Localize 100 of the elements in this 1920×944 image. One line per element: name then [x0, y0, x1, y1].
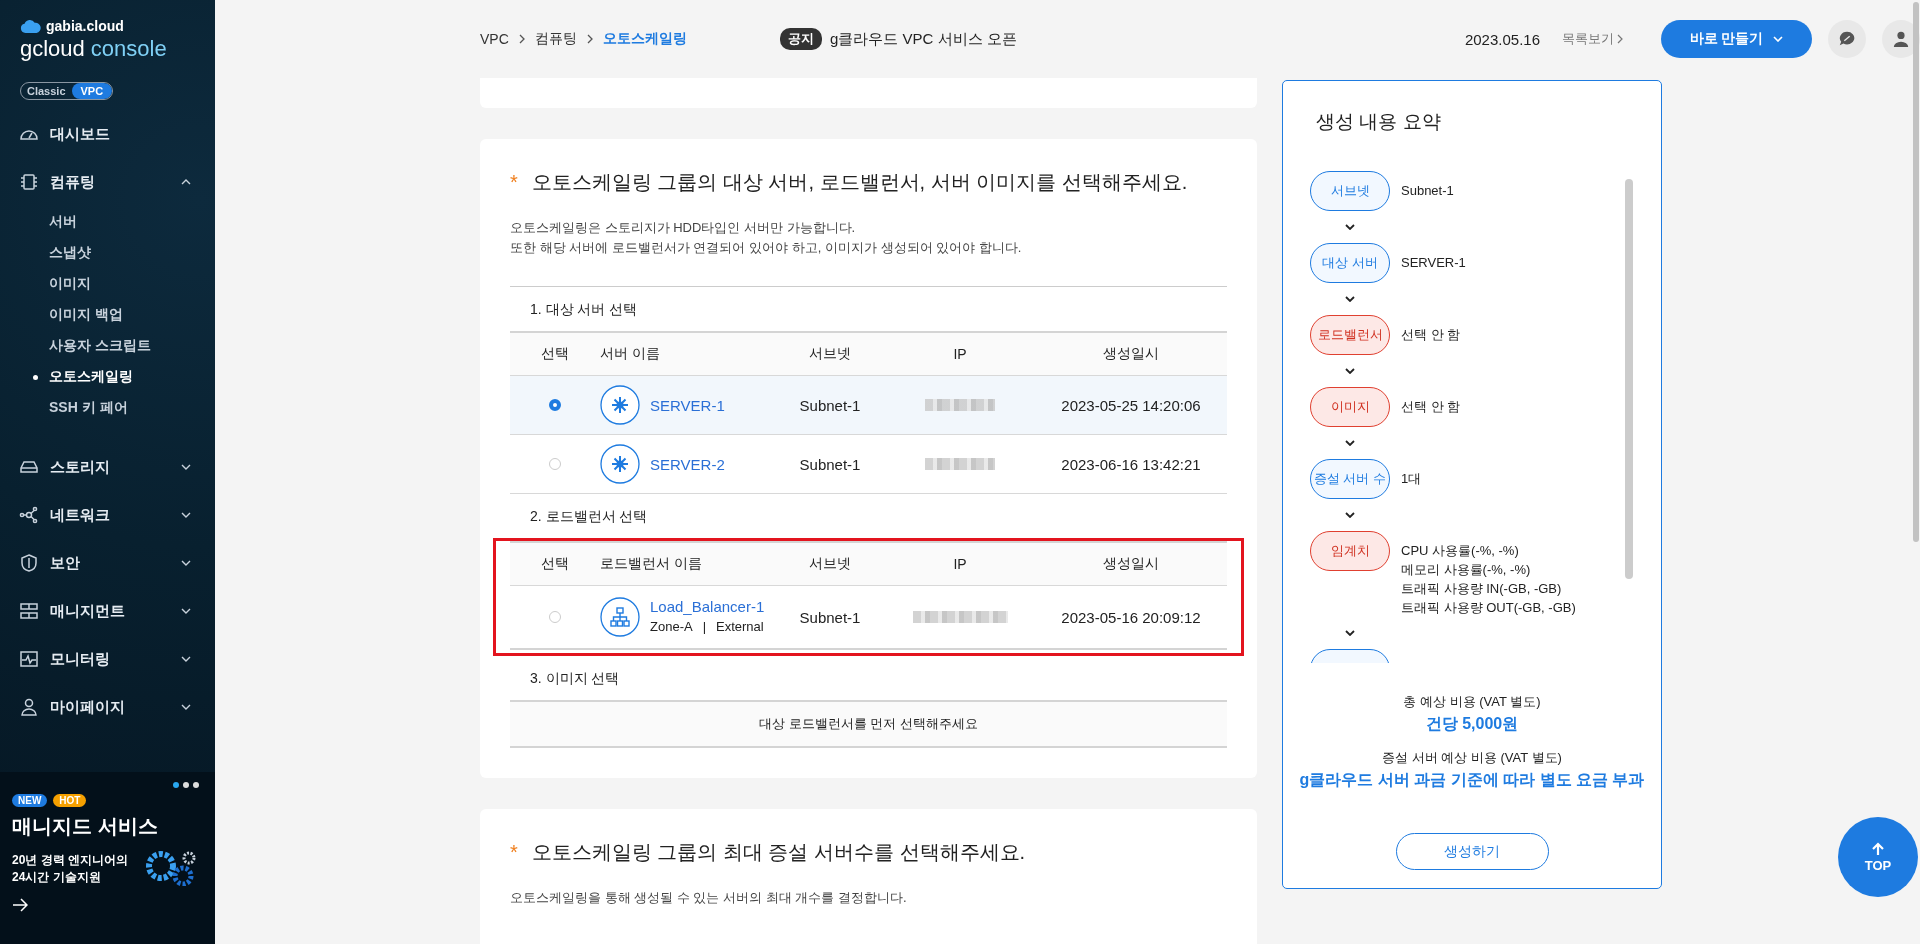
chevron-right-icon: [586, 34, 593, 44]
column-header: 서버 이름: [600, 345, 661, 363]
mode-tab[interactable]: VPC: [71, 83, 113, 99]
promo-title: 매니지드 서비스: [12, 814, 159, 839]
promo-text: 20년 경력 엔지니어의 24시간 기술지원: [12, 852, 128, 886]
notice-badge: 공지: [780, 28, 822, 50]
notice-text[interactable]: g클라우드 VPC 서비스 오픈: [830, 29, 1017, 49]
chevron-down-icon: [1345, 440, 1355, 446]
step-title: 3. 이미지 선택: [529, 669, 621, 688]
create-button[interactable]: 바로 만들기: [1661, 20, 1812, 58]
server-icon: [600, 444, 640, 484]
cost-label: 증설 서버 예상 비용 (VAT 별도): [1381, 749, 1563, 767]
brand-name: gabia.cloud: [46, 18, 124, 34]
radio-button[interactable]: [549, 611, 561, 623]
cost-value: 건당 5,000원: [1424, 714, 1520, 734]
empty-message: 대상 로드밸런서를 먼저 선택해주세요: [510, 700, 1227, 748]
cost-value: g클라우드 서버 과금 기준에 따라 별도 요금 부과: [1298, 770, 1646, 790]
summary-value: 1대: [1401, 470, 1422, 488]
summary-value: 선택 안 함: [1401, 398, 1461, 416]
chat-button[interactable]: [1828, 20, 1866, 58]
table-row[interactable]: SERVER-2 Subnet-1 2023-06-16 13:42:21: [510, 435, 1227, 494]
column-header: 선택: [540, 555, 570, 573]
menu-item[interactable]: 스토리지: [0, 443, 215, 491]
scrollbar[interactable]: [1913, 2, 1919, 542]
summary-value: 선택 안 함: [1401, 326, 1461, 344]
step-pill: 임계치: [1310, 531, 1390, 571]
submenu-item[interactable]: 오토스케일링: [0, 361, 215, 392]
step-pill: 이미지: [1310, 387, 1390, 427]
column-header: IP: [952, 556, 968, 572]
scrollbar[interactable]: [1625, 179, 1633, 579]
cost-label: 총 예상 비용 (VAT 별도): [1402, 693, 1542, 711]
summary-title: 생성 내용 요약: [1315, 110, 1442, 134]
list-link[interactable]: 목록보기: [1562, 30, 1614, 48]
chevron-down-icon: [1345, 630, 1355, 636]
column-header: 선택: [540, 345, 570, 363]
caret-icon: [1773, 36, 1784, 42]
table-cell-text: Subnet-1: [798, 608, 862, 626]
chevron-down-icon: [1345, 368, 1355, 374]
breadcrumb-link[interactable]: VPC: [480, 31, 509, 47]
column-header: 서브넷: [808, 555, 852, 573]
create-button[interactable]: 생성하기: [1395, 833, 1549, 870]
pulse-chart-icon: [19, 649, 39, 669]
carousel-dot[interactable]: [173, 782, 179, 788]
table-cell-text: 2023-05-25 14:20:06: [1060, 396, 1202, 414]
mode-tab[interactable]: Classic: [21, 83, 72, 99]
table-row[interactable]: SERVER-1 Subnet-1 2023-05-25 14:20:06: [510, 376, 1227, 435]
menu-item[interactable]: 매니지먼트: [0, 587, 215, 635]
section-description: 오토스케일링을 통해 생성될 수 있는 서버의 최대 개수를 결정합니다.: [510, 889, 908, 907]
chevron-down-icon: [1345, 512, 1355, 518]
step-title: 1. 대상 서버 선택: [529, 300, 639, 319]
server-icon: [600, 385, 640, 425]
step-pill: 로드밸런서: [1310, 315, 1390, 355]
submenu-item[interactable]: 사용자 스크립트: [0, 330, 215, 361]
server-name-link[interactable]: SERVER-2: [650, 455, 725, 473]
section-title: 오토스케일링 그룹의 최대 증설 서버수를 선택해주세요.: [531, 840, 1026, 865]
separator-text: |: [702, 618, 707, 636]
promo-badge: HOT: [53, 794, 87, 807]
column-header: 생성일시: [1102, 345, 1160, 363]
table-cell-text: 2023-06-16 13:42:21: [1060, 455, 1202, 473]
promo-badge: NEW: [12, 794, 48, 807]
menu-item[interactable]: 컴퓨팅: [0, 158, 215, 206]
submenu-item[interactable]: SSH 키 페어: [0, 392, 215, 423]
menu-item[interactable]: 보안: [0, 539, 215, 587]
radio-button[interactable]: [549, 399, 561, 411]
column-header: 로드밸런서 이름: [600, 555, 703, 573]
section-description: 오토스케일링은 스토리지가 HDD타입인 서버만 가능합니다. 또한 해당 서버에 로드밸런서가 연결되어 있어야 하고, 이미지가 생성되어 있어야 합니다.: [510, 219, 1023, 257]
load-balancer-name-link[interactable]: Load_Balancer-1: [650, 597, 765, 617]
menu-item[interactable]: 모니터링: [0, 635, 215, 683]
breadcrumb-link[interactable]: 컴퓨팅: [534, 30, 577, 48]
required-mark: *: [510, 171, 518, 194]
carousel-dot[interactable]: [193, 782, 199, 788]
submenu-item[interactable]: 스냅샷: [0, 237, 215, 268]
summary-value: SERVER-1: [1401, 254, 1466, 272]
chevron-down-icon: [1345, 296, 1355, 302]
step-pill: 증설 서버 수: [1310, 459, 1390, 499]
blurred-ip: [925, 399, 995, 411]
menu-item[interactable]: 네트워크: [0, 491, 215, 539]
step-pill: 대상 서버: [1310, 243, 1390, 283]
type-label: External: [716, 618, 764, 636]
arrow-right-icon[interactable]: [12, 898, 28, 912]
breadcrumb-link[interactable]: 오토스케일링: [602, 30, 687, 48]
cloud-logo-icon: [20, 18, 42, 34]
submenu-item[interactable]: 이미지 백업: [0, 299, 215, 330]
submenu-item[interactable]: 이미지: [0, 268, 215, 299]
user-icon: [19, 697, 39, 717]
promo-banner[interactable]: NEW HOT 매니지드 서비스 20년 경력 엔지니어의 24시간 기술지원: [0, 772, 215, 944]
table-cell-text: Subnet-1: [798, 455, 862, 473]
zone-label: Zone-A: [650, 618, 693, 636]
radio-button[interactable]: [549, 458, 561, 470]
notice-date: 2023.05.16: [1464, 30, 1540, 48]
summary-value: CPU 사용률(-%, -%) 메모리 사용률(-%, -%) 트래픽 사용량 IN(-GB, -GB) 트래픽 사용량 OUT(-GB, -GB): [1401, 542, 1576, 617]
menu-item[interactable]: 마이페이지: [0, 683, 215, 731]
step-pill: 서브넷: [1310, 171, 1390, 211]
submenu-item[interactable]: 서버: [0, 206, 215, 237]
table-cell-text: 2023-05-16 20:09:12: [1060, 608, 1202, 626]
server-name-link[interactable]: SERVER-1: [650, 396, 725, 414]
table-row[interactable]: Load_Balancer-1 Zone-A | External Subnet-1 2023-05-16 20:09:12: [510, 586, 1227, 650]
carousel-dot[interactable]: [183, 782, 189, 788]
menu-item[interactable]: 대시보드: [0, 110, 215, 158]
chip-icon: [19, 172, 39, 192]
